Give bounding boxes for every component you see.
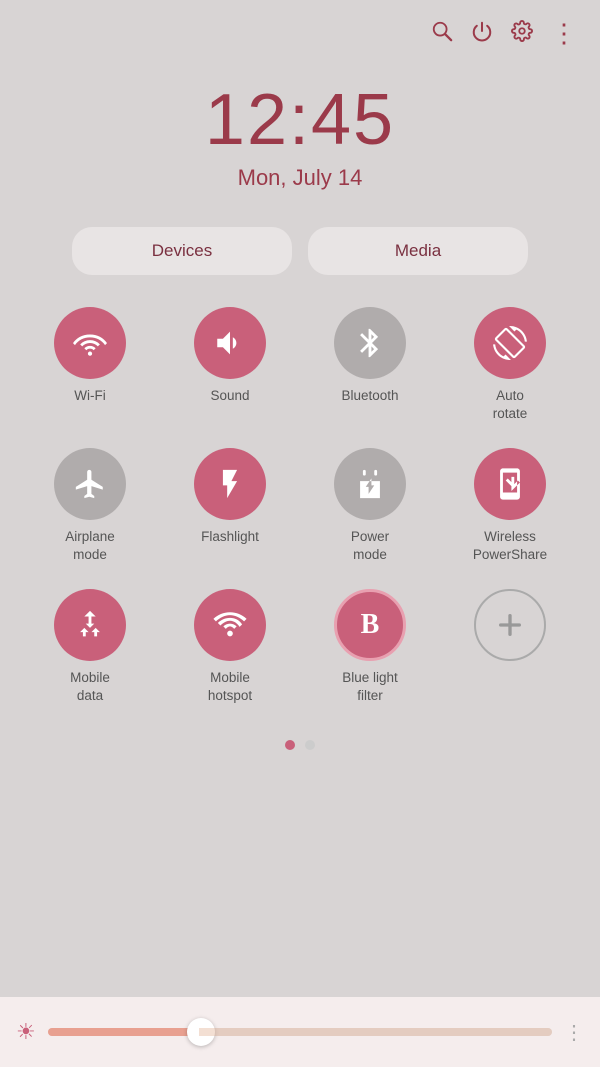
add-icon-circle (474, 589, 546, 661)
bluelight-label: Blue lightfilter (342, 669, 398, 704)
clock-section: 12:45 Mon, July 14 (0, 79, 600, 191)
bluetooth-icon-circle (334, 307, 406, 379)
flashlight-icon-circle (194, 448, 266, 520)
airplane-icon-circle (54, 448, 126, 520)
bluelight-toggle[interactable]: B Blue lightfilter (300, 581, 440, 712)
search-icon[interactable] (431, 20, 453, 48)
media-tab[interactable]: Media (308, 227, 528, 275)
bluetooth-toggle[interactable]: Bluetooth (300, 299, 440, 430)
sound-toggle[interactable]: Sound (160, 299, 300, 430)
pagination-dots (0, 740, 600, 750)
hotspot-icon-circle (194, 589, 266, 661)
brightness-bar: ☀ ⋮ (0, 997, 600, 1067)
autorotate-toggle[interactable]: Autorotate (440, 299, 580, 430)
airplane-toggle[interactable]: Airplanemode (20, 440, 160, 571)
powermode-toggle[interactable]: Powermode (300, 440, 440, 571)
autorotate-icon-circle (474, 307, 546, 379)
brightness-more-icon[interactable]: ⋮ (564, 1020, 584, 1045)
tab-row: Devices Media (24, 227, 576, 275)
settings-icon[interactable] (511, 20, 533, 48)
wireless-icon-circle (474, 448, 546, 520)
more-icon[interactable]: ⋮ (551, 18, 576, 49)
mobiledata-toggle[interactable]: Mobiledata (20, 581, 160, 712)
flashlight-label: Flashlight (201, 528, 259, 546)
dot-2 (305, 740, 315, 750)
add-tile-button[interactable] (440, 581, 580, 712)
autorotate-label: Autorotate (493, 387, 528, 422)
wifi-icon-circle (54, 307, 126, 379)
powermode-icon-circle (334, 448, 406, 520)
clock-time: 12:45 (0, 79, 600, 161)
flashlight-toggle[interactable]: Flashlight (160, 440, 300, 571)
wireless-label: WirelessPowerShare (473, 528, 547, 563)
sound-icon-circle (194, 307, 266, 379)
power-icon[interactable] (471, 20, 493, 48)
hotspot-toggle[interactable]: Mobilehotspot (160, 581, 300, 712)
brightness-fill (48, 1028, 199, 1036)
airplane-label: Airplanemode (65, 528, 115, 563)
mobiledata-label: Mobiledata (70, 669, 110, 704)
mobiledata-icon-circle (54, 589, 126, 661)
brightness-track[interactable] (48, 1028, 552, 1036)
quick-settings-grid: Wi-Fi Sound Bluetooth Autorotate Airplan… (0, 299, 600, 712)
bluetooth-label: Bluetooth (341, 387, 398, 405)
dot-1 (285, 740, 295, 750)
clock-date: Mon, July 14 (0, 165, 600, 191)
bluelight-icon-circle: B (334, 589, 406, 661)
hotspot-label: Mobilehotspot (208, 669, 252, 704)
devices-tab[interactable]: Devices (72, 227, 292, 275)
wireless-toggle[interactable]: WirelessPowerShare (440, 440, 580, 571)
top-bar: ⋮ (0, 0, 600, 49)
brightness-icon: ☀ (16, 1019, 36, 1045)
wifi-toggle[interactable]: Wi-Fi (20, 299, 160, 430)
brightness-unfilled (199, 1028, 552, 1036)
powermode-label: Powermode (351, 528, 389, 563)
wifi-label: Wi-Fi (74, 387, 105, 405)
sound-label: Sound (210, 387, 249, 405)
